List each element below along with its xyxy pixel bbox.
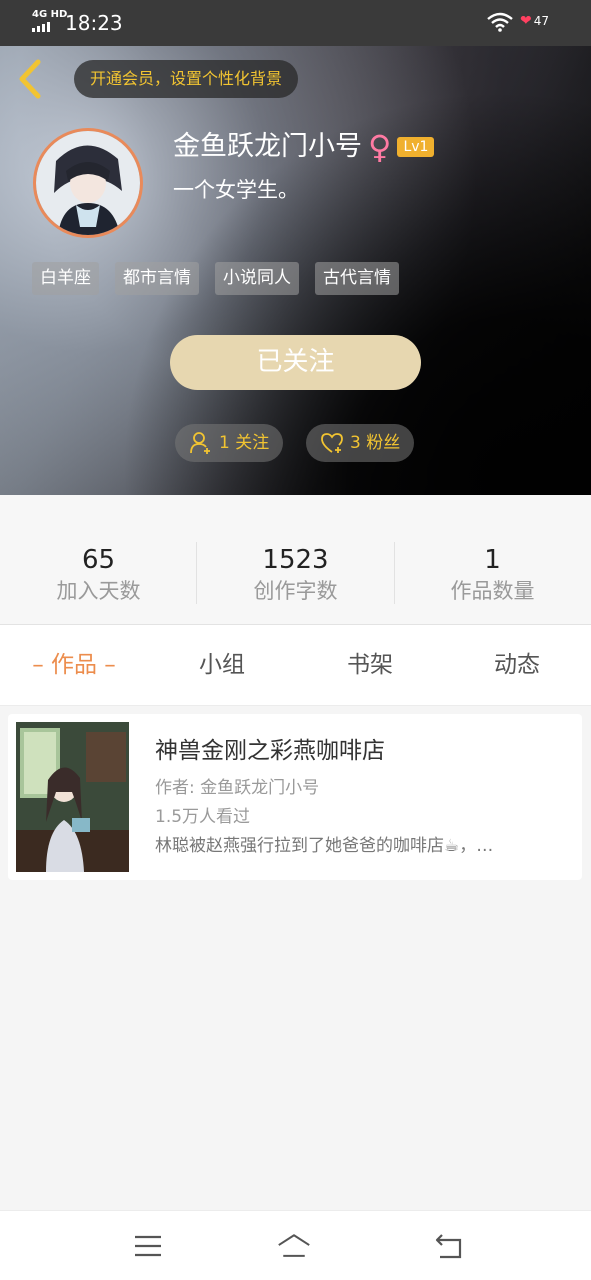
heart-plus-icon [321,433,343,453]
menu-button[interactable] [131,1229,165,1263]
tab-works[interactable]: – 作品 – [0,645,148,685]
stat-label: 加入天数 [56,579,141,603]
chevron-left-icon [19,59,41,99]
book-author: 作者: 金鱼跃龙门小号 [155,778,320,798]
tab-groups[interactable]: 小组 [148,645,296,685]
vip-background-prompt[interactable]: 开通会员，设置个性化背景 [74,60,299,98]
home-icon [278,1234,310,1257]
add-user-icon [190,432,210,454]
book-description: 林聪被赵燕强行拉到了她爸爸的咖啡店☕，… [155,836,494,856]
tag-item: 小说同人 [215,262,299,295]
battery-level: 47 [533,14,550,28]
status-bar: 4G HD 18:23 ❤ 47 [0,0,591,46]
book-views: 1.5万人看过 [155,807,251,827]
signal-icon [32,22,50,32]
following-button[interactable]: 1 关注 [175,424,284,462]
back-nav-button[interactable] [432,1229,466,1263]
fans-count-label: 3 粉丝 [350,433,401,453]
followed-button[interactable]: 已关注 [170,335,421,390]
stat-works-count: 1 作品数量 [394,543,591,605]
stat-label: 创作字数 [253,579,338,603]
battery-icon: ❤ [520,13,532,29]
stat-value: 65 [81,545,116,575]
network-type: 4G HD [32,9,68,20]
list-item[interactable]: 神兽金刚之彩燕咖啡店 作者: 金鱼跃龙门小号 1.5万人看过 林聪被赵燕强行拉到… [8,714,582,880]
user-bio: 一个女学生。 [173,178,299,202]
home-button[interactable] [277,1229,311,1263]
back-button[interactable] [14,58,48,100]
book-title: 神兽金刚之彩燕咖啡店 [155,738,385,764]
tag-item: 都市言情 [115,262,199,295]
wifi-icon [487,12,513,32]
avatar[interactable] [33,128,143,238]
menu-icon [135,1235,161,1257]
book-cover [16,722,129,872]
system-navigation-bar [0,1210,591,1280]
tag-item: 古代言情 [315,262,399,295]
works-list: 神兽金刚之彩燕咖啡店 作者: 金鱼跃龙门小号 1.5万人看过 林聪被赵燕强行拉到… [0,706,591,1210]
avatar-image [36,131,140,235]
profile-name-row: 金鱼跃龙门小号 ♀ Lv1 [173,128,435,166]
profile-tabs: – 作品 – 小组 书架 动态 [0,625,591,706]
stat-value: 1 [484,545,501,575]
battery-indicator: ❤ 47 [520,13,549,29]
level-badge: Lv1 [397,137,435,157]
fans-button[interactable]: 3 粉丝 [306,424,415,462]
interest-tags: 白羊座 都市言情 小说同人 古代言情 [32,262,399,295]
return-icon [435,1234,462,1259]
stat-join-days: 65 加入天数 [0,543,197,605]
clock: 18:23 [65,11,123,35]
stat-label: 作品数量 [450,579,535,603]
username: 金鱼跃龙门小号 [173,131,362,162]
tag-item: 白羊座 [32,262,99,295]
profile-screen: 4G HD 18:23 ❤ 47 开通会员，设置个性化背景 金鱼跃龙门小号 ♀ … [0,0,591,1280]
profile-stats: 65 加入天数 1523 创作字数 1 作品数量 [0,495,591,625]
tab-activity[interactable]: 动态 [443,645,591,685]
female-icon: ♀ [368,128,392,166]
following-count-label: 1 关注 [219,433,270,453]
tab-bookshelf[interactable]: 书架 [296,645,444,685]
book-cover-image [16,722,129,872]
stat-value: 1523 [262,545,329,575]
stat-word-count: 1523 创作字数 [197,543,394,605]
